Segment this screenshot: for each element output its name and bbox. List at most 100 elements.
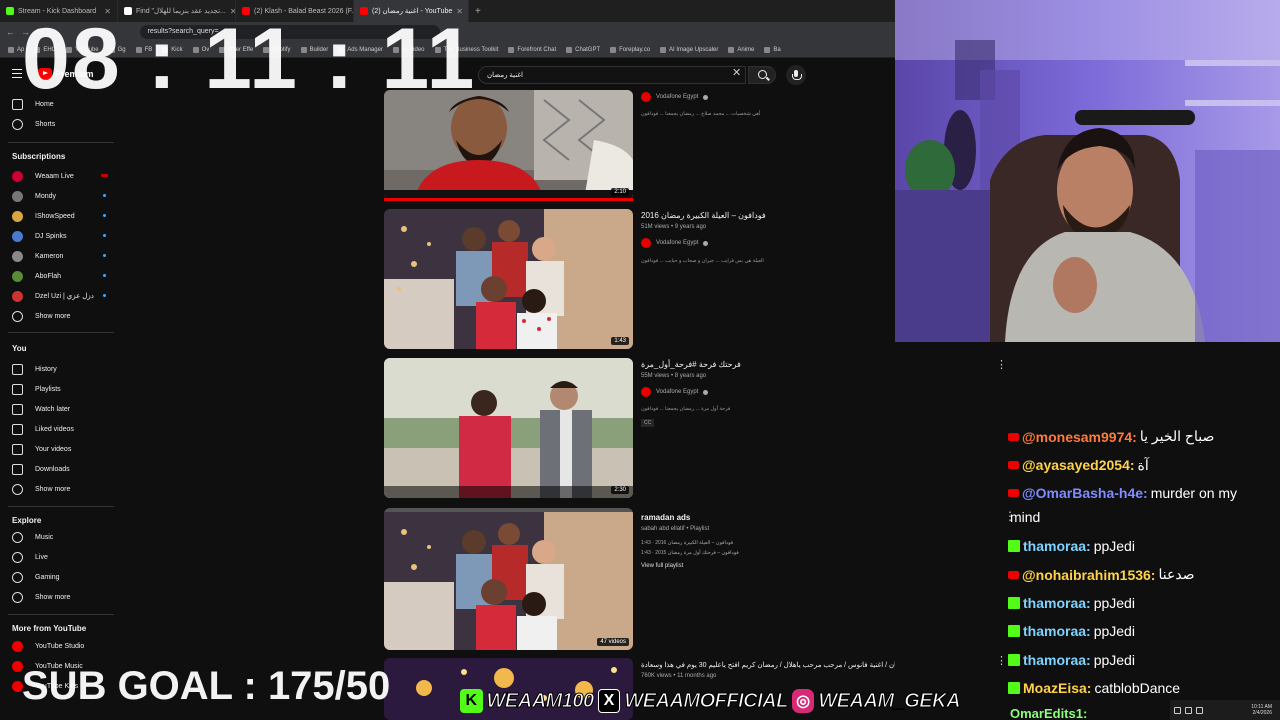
sidebar-item[interactable]: Watch later xyxy=(12,401,112,417)
sidebar-item[interactable]: Mondy xyxy=(12,188,112,204)
sidebar-item[interactable]: Gaming xyxy=(12,569,112,585)
menu-icon[interactable] xyxy=(12,69,22,78)
channel-avatar xyxy=(641,238,651,248)
video-meta: 51M views • 9 years ago xyxy=(641,224,707,230)
video-title[interactable]: اغاني رمضان / اغنية فانوس / مرحب مرحب يا… xyxy=(641,661,927,669)
video-title[interactable]: فودافون – العيلة الكبيرة رمضان 2016 xyxy=(641,211,766,220)
bookmark[interactable]: Anime xyxy=(728,46,755,53)
bookmark[interactable]: AI Image Upscaler xyxy=(660,46,718,53)
video-thumbnail[interactable]: 1:43 xyxy=(384,209,633,349)
sidebar-item[interactable]: YouTube Studio xyxy=(12,638,112,654)
bookmark-label: Anime xyxy=(737,46,755,53)
sidebar-item-label: Playlists xyxy=(35,385,61,393)
playlist-result[interactable]: 47 videos ramadan ads sabah abd ellatif … xyxy=(384,508,884,650)
system-clock[interactable]: 10:11 AM 2/4/2026 xyxy=(1251,704,1280,717)
chat-username[interactable]: @ayasayed2054: xyxy=(1022,457,1135,473)
chat-message: @nohaibrahim1536: صدعنا xyxy=(1008,566,1195,583)
network-icon[interactable] xyxy=(1174,706,1181,714)
microphone-icon[interactable] xyxy=(786,65,806,85)
playlists-icon xyxy=(12,383,23,395)
sidebar-item[interactable]: Downloads xyxy=(12,461,112,477)
sidebar-item[interactable]: Shorts xyxy=(12,116,112,132)
new-content-dot xyxy=(103,254,106,257)
chat-username[interactable]: @nohaibrahim1536: xyxy=(1022,567,1155,583)
chat-username[interactable]: MoazEisa: xyxy=(1023,680,1091,696)
search-icon[interactable] xyxy=(748,66,776,84)
sidebar-item-label: Mondy xyxy=(35,192,57,200)
sidebar-item[interactable]: Show more xyxy=(12,308,112,324)
video-duration: 1:43 xyxy=(611,337,629,345)
tab-favicon-icon xyxy=(6,7,14,15)
channel-avatar xyxy=(12,230,23,242)
you-heading[interactable]: You xyxy=(12,344,27,353)
clock-icon xyxy=(12,403,23,415)
channel-line[interactable]: Vodafone Egypt xyxy=(641,238,709,248)
sidebar-item[interactable]: AboFlah xyxy=(12,268,112,284)
video-description: أهي شخصيات ... محمد صلاح ... رمضان يجمعن… xyxy=(641,111,761,117)
channel-avatar xyxy=(12,170,23,182)
bookmark[interactable]: ChatGPT xyxy=(566,46,600,53)
clear-search-icon[interactable]: ✕ xyxy=(732,66,741,79)
more-options-icon[interactable]: ⋮ xyxy=(996,654,1007,667)
sidebar-item-label: Kameron xyxy=(35,252,64,260)
chat-username[interactable]: @OmarBasha-h4e: xyxy=(1022,485,1148,501)
video-result[interactable]: 1:43 فودافون – العيلة الكبيرة رمضان 2016… xyxy=(384,209,884,351)
sidebar-item[interactable]: Your videos xyxy=(12,441,112,457)
sidebar-item[interactable]: Show more xyxy=(12,481,112,497)
sidebar-item[interactable]: DJ Spinks xyxy=(12,228,112,244)
sidebar-item[interactable]: Show more xyxy=(12,589,112,605)
chat-username[interactable]: thamoraa: xyxy=(1023,623,1091,639)
volume-icon[interactable] xyxy=(1185,706,1192,714)
bookmark[interactable]: Forefront Chat xyxy=(508,46,556,53)
chat-message: thamoraa: ppJedi xyxy=(1008,538,1135,554)
channel-avatar xyxy=(12,250,23,262)
shorts-icon xyxy=(12,118,23,130)
kick-icon xyxy=(1008,682,1020,694)
video-result[interactable]: 2:30 فرحتك فرحة #فرحة_أول_مرة 55M views … xyxy=(384,358,884,500)
chat-text: ppJedi xyxy=(1093,623,1135,639)
chat-partial-message: OmarEdits1: xyxy=(1010,706,1088,720)
sidebar-item[interactable]: IShowSpeed xyxy=(12,208,112,224)
chat-username[interactable]: thamoraa: xyxy=(1023,538,1091,554)
sidebar-item-label: Show more xyxy=(35,312,71,320)
history-icon xyxy=(12,363,23,375)
new-content-dot xyxy=(103,234,106,237)
sidebar-item[interactable]: Playlists xyxy=(12,381,112,397)
sidebar-item[interactable]: History xyxy=(12,361,112,377)
bookmark[interactable]: Foreplay.co xyxy=(610,46,650,53)
view-full-playlist-link[interactable]: View full playlist xyxy=(641,563,683,569)
sidebar-item[interactable]: Live xyxy=(12,549,112,565)
search-input[interactable]: اغنية رمضان xyxy=(478,66,746,84)
chat-message: MoazEisa: catblobDance xyxy=(1008,680,1180,696)
chat-username[interactable]: @monesam9974: xyxy=(1022,429,1137,445)
channel-line[interactable]: Vodafone Egypt xyxy=(641,387,709,397)
playlist-thumbnail[interactable]: 47 videos xyxy=(384,508,633,650)
more-options-icon[interactable]: ⋮ xyxy=(1004,509,1016,523)
video-thumbnail[interactable]: 2:30 xyxy=(384,358,633,498)
sidebar-item[interactable]: Music xyxy=(12,529,112,545)
playlist-title[interactable]: ramadan ads xyxy=(641,513,690,522)
chat-message: @monesam9974: صباح الخير يا xyxy=(1008,428,1214,445)
chat-username[interactable]: thamoraa: xyxy=(1023,595,1091,611)
more-options-icon[interactable]: ⋮ xyxy=(996,358,1007,371)
channel-line[interactable]: Vodafone Egypt xyxy=(641,92,709,102)
video-title[interactable]: فرحتك فرحة #فرحة_أول_مرة xyxy=(641,360,741,369)
sidebar-item-label: AboFlah xyxy=(35,272,62,280)
channel-name: Vodafone Egypt xyxy=(656,94,699,100)
bookmark[interactable]: Ba xyxy=(764,46,781,53)
subscriptions-heading[interactable]: Subscriptions xyxy=(12,152,65,161)
playlist-item[interactable]: فودافون – العيلة الكبيرة رمضان 2016 · 1:… xyxy=(641,540,733,546)
sidebar-item[interactable]: Weaam Live xyxy=(12,168,112,184)
divider xyxy=(8,332,114,333)
sidebar-item-label: Dzel Uzi | دزل عزي xyxy=(35,293,94,300)
back-icon[interactable]: ← xyxy=(6,27,15,37)
sidebar-item[interactable]: Liked videos xyxy=(12,421,112,437)
battery-icon[interactable] xyxy=(1196,706,1203,714)
music-icon xyxy=(12,531,23,543)
play-icon xyxy=(12,443,23,455)
sidebar-item[interactable]: Dzel Uzi | دزل عزي xyxy=(12,288,112,304)
playlist-item[interactable]: فودافون – فرحتك أول مرة رمضان 2015 · 1:4… xyxy=(641,550,739,556)
playlist-channel[interactable]: sabah abd ellatif • Playlist xyxy=(641,526,709,532)
chat-username[interactable]: thamoraa: xyxy=(1023,652,1091,668)
sidebar-item[interactable]: Kameron xyxy=(12,248,112,264)
